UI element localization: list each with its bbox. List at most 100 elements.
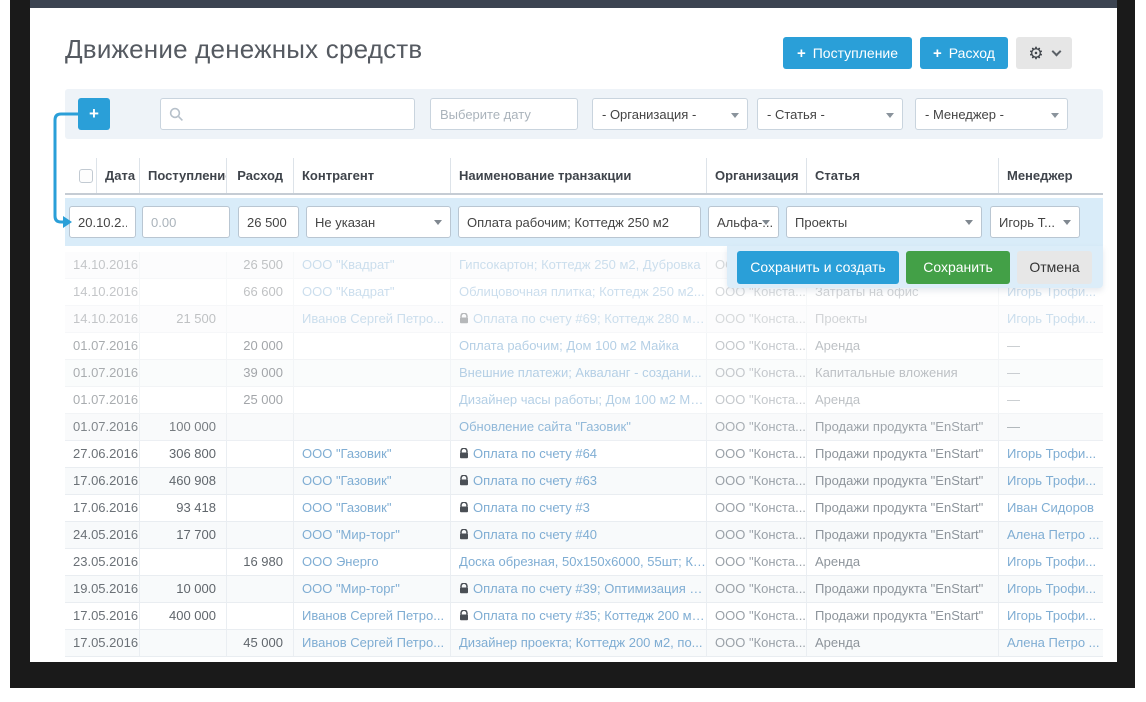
cell-contragent[interactable]: Иванов Сергей Петро...	[293, 603, 450, 629]
cell-organization: ООО "Конста...	[706, 495, 806, 521]
app-content: Движение денежных средств + Поступление …	[30, 8, 1117, 662]
table-row[interactable]: 19.05.201610 000ООО "Мир-торг"Оплата по …	[65, 576, 1103, 603]
header-contragent[interactable]: Контрагент	[293, 158, 450, 193]
cell-article: Проекты	[806, 306, 998, 332]
date-filter-input[interactable]	[430, 98, 578, 130]
cell-manager[interactable]: Иван Сидоров	[998, 495, 1103, 521]
cell-transaction[interactable]: Оплата по счету #64	[450, 441, 706, 467]
plus-icon: +	[797, 45, 806, 62]
edit-transaction-input[interactable]	[458, 206, 701, 238]
cell-transaction[interactable]: Внешние платежи; Акваланг - создани...	[450, 360, 706, 386]
cell-manager[interactable]: Игорь Трофи...	[998, 549, 1103, 575]
edit-contragent-value: Не указан	[315, 215, 375, 230]
table-row[interactable]: 23.05.201616 980ООО ЭнергоДоска обрезная…	[65, 549, 1103, 576]
add-income-button[interactable]: + Поступление	[783, 37, 912, 69]
table-row[interactable]: 01.07.201625 000Дизайнер часы работы; До…	[65, 387, 1103, 414]
cell-date: 14.10.2016	[65, 306, 139, 332]
article-filter-select[interactable]: - Статья -	[757, 98, 903, 130]
cell-date: 17.06.2016	[65, 495, 139, 521]
cell-transaction[interactable]: Оплата рабочим; Дом 100 м2 Майка	[450, 333, 706, 359]
cell-transaction[interactable]: Обновление сайта "Газовик"	[450, 414, 706, 440]
cell-manager[interactable]: Алена Петро ...	[998, 630, 1103, 656]
cell-transaction[interactable]: Гипсокартон; Коттедж 250 м2, Дубровка	[450, 252, 706, 278]
header-manager[interactable]: Менеджер	[998, 158, 1103, 193]
cell-expense: 20 000	[226, 333, 293, 359]
edit-contragent-select[interactable]: Не указан	[306, 206, 451, 238]
edit-expense-input[interactable]	[238, 206, 299, 238]
frame-bottom	[10, 662, 1135, 688]
cell-article: Аренда	[806, 333, 998, 359]
cell-manager[interactable]: Игорь Трофи...	[998, 306, 1103, 332]
cell-manager[interactable]: Игорь Трофи...	[998, 576, 1103, 602]
search-input[interactable]	[160, 98, 415, 130]
cell-contragent[interactable]: ООО "Газовик"	[293, 495, 450, 521]
header-date[interactable]: Дата	[96, 158, 139, 193]
table-row[interactable]: 01.07.2016100 000Обновление сайта "Газов…	[65, 414, 1103, 441]
cell-transaction[interactable]: Дизайнер проекта; Коттедж 200 м2, по...	[450, 630, 706, 656]
quick-add-button[interactable]: +	[78, 98, 110, 130]
cell-date: 17.05.2016	[65, 630, 139, 656]
cell-contragent[interactable]: ООО "Квадрат"	[293, 252, 450, 278]
table-row[interactable]: 17.05.201645 000Иванов Сергей Петро...Ди…	[65, 630, 1103, 657]
edit-organization-select[interactable]: Альфа-...	[708, 206, 779, 238]
cell-transaction[interactable]: Облицовочная плитка; Коттедж 250 м2...	[450, 279, 706, 305]
select-all-checkbox[interactable]	[79, 169, 93, 183]
cell-contragent[interactable]: ООО "Газовик"	[293, 441, 450, 467]
cell-manager[interactable]: Игорь Трофи...	[998, 603, 1103, 629]
cell-manager: —	[998, 414, 1103, 440]
cell-manager: —	[998, 387, 1103, 413]
cell-contragent[interactable]: ООО Энерго	[293, 549, 450, 575]
cell-transaction[interactable]: Доска обрезная, 50х150х6000, 55шт; Ко...	[450, 549, 706, 575]
cell-transaction[interactable]: Оплата по счету #3	[450, 495, 706, 521]
cell-transaction[interactable]: Дизайнер часы работы; Дом 100 м2 Ма...	[450, 387, 706, 413]
cell-transaction[interactable]: Оплата по счету #40	[450, 522, 706, 548]
cell-contragent[interactable]: ООО "Газовик"	[293, 468, 450, 494]
cell-transaction[interactable]: Оплата по счету #63	[450, 468, 706, 494]
save-and-create-button[interactable]: Сохранить и создать	[737, 251, 899, 284]
header-expense[interactable]: Расход	[226, 158, 293, 193]
settings-dropdown-button[interactable]: ⚙	[1016, 37, 1072, 69]
cell-manager[interactable]: Алена Петро ...	[998, 522, 1103, 548]
cell-organization: ООО "Конста...	[706, 522, 806, 548]
cell-article: Продажи продукта "EnStart"	[806, 414, 998, 440]
cell-organization: ООО "Конста...	[706, 333, 806, 359]
header-article[interactable]: Статья	[806, 158, 998, 193]
cell-article: Продажи продукта "EnStart"	[806, 468, 998, 494]
header-transaction[interactable]: Наименование транзакции	[450, 158, 706, 193]
table-row[interactable]: 17.06.201693 418ООО "Газовик"Оплата по с…	[65, 495, 1103, 522]
cell-contragent[interactable]: Иванов Сергей Петро...	[293, 306, 450, 332]
cell-date: 01.07.2016	[65, 414, 139, 440]
organization-filter-select[interactable]: - Организация -	[592, 98, 748, 130]
table-row[interactable]: 27.06.2016306 800ООО "Газовик"Оплата по …	[65, 441, 1103, 468]
cell-contragent[interactable]: Иванов Сергей Петро...	[293, 630, 450, 656]
table-row[interactable]: 17.05.2016400 000Иванов Сергей Петро...О…	[65, 603, 1103, 630]
caret-down-icon	[965, 220, 973, 225]
cell-income: 21 500	[139, 306, 226, 332]
header-income[interactable]: Поступление	[139, 158, 226, 193]
table-row[interactable]: 17.06.2016460 908ООО "Газовик"Оплата по …	[65, 468, 1103, 495]
table-row[interactable]: 01.07.201639 000Внешние платежи; Аквалан…	[65, 360, 1103, 387]
table-row[interactable]: 14.10.201621 500 Иванов Сергей Петро...Оп…	[65, 306, 1103, 333]
edit-article-select[interactable]: Проекты	[786, 206, 982, 238]
table-row[interactable]: 24.05.201617 700ООО "Мир-торг"Оплата по …	[65, 522, 1103, 549]
cell-manager[interactable]: Игорь Трофи...	[998, 441, 1103, 467]
caret-down-icon	[1063, 220, 1071, 225]
cell-article: Продажи продукта "EnStart"	[806, 603, 998, 629]
cell-manager[interactable]: Игорь Трофи...	[998, 468, 1103, 494]
cell-date: 01.07.2016	[65, 333, 139, 359]
edit-date-input[interactable]	[69, 206, 136, 238]
cell-transaction[interactable]: Оплата по счету #35; Коттедж 200 м2,...	[450, 603, 706, 629]
cell-contragent[interactable]: ООО "Мир-торг"	[293, 576, 450, 602]
cell-contragent[interactable]: ООО "Мир-торг"	[293, 522, 450, 548]
edit-income-input[interactable]	[142, 206, 230, 238]
save-button[interactable]: Сохранить	[906, 251, 1010, 284]
cancel-button[interactable]: Отмена	[1017, 251, 1092, 284]
cell-contragent[interactable]: ООО "Квадрат"	[293, 279, 450, 305]
cell-transaction[interactable]: Оплата по счету #39; Оптимизация с...	[450, 576, 706, 602]
edit-manager-select[interactable]: Игорь Т...	[990, 206, 1080, 238]
table-row[interactable]: 01.07.2016 20 000 Оплата рабочим; Дом 100 …	[65, 333, 1103, 360]
cell-transaction[interactable]: Оплата по счету #69; Коттедж 280 м2,...	[450, 306, 706, 332]
manager-filter-select[interactable]: - Менеджер -	[915, 98, 1068, 130]
add-expense-button[interactable]: + Расход	[920, 37, 1008, 69]
header-organization[interactable]: Организация	[706, 158, 806, 193]
